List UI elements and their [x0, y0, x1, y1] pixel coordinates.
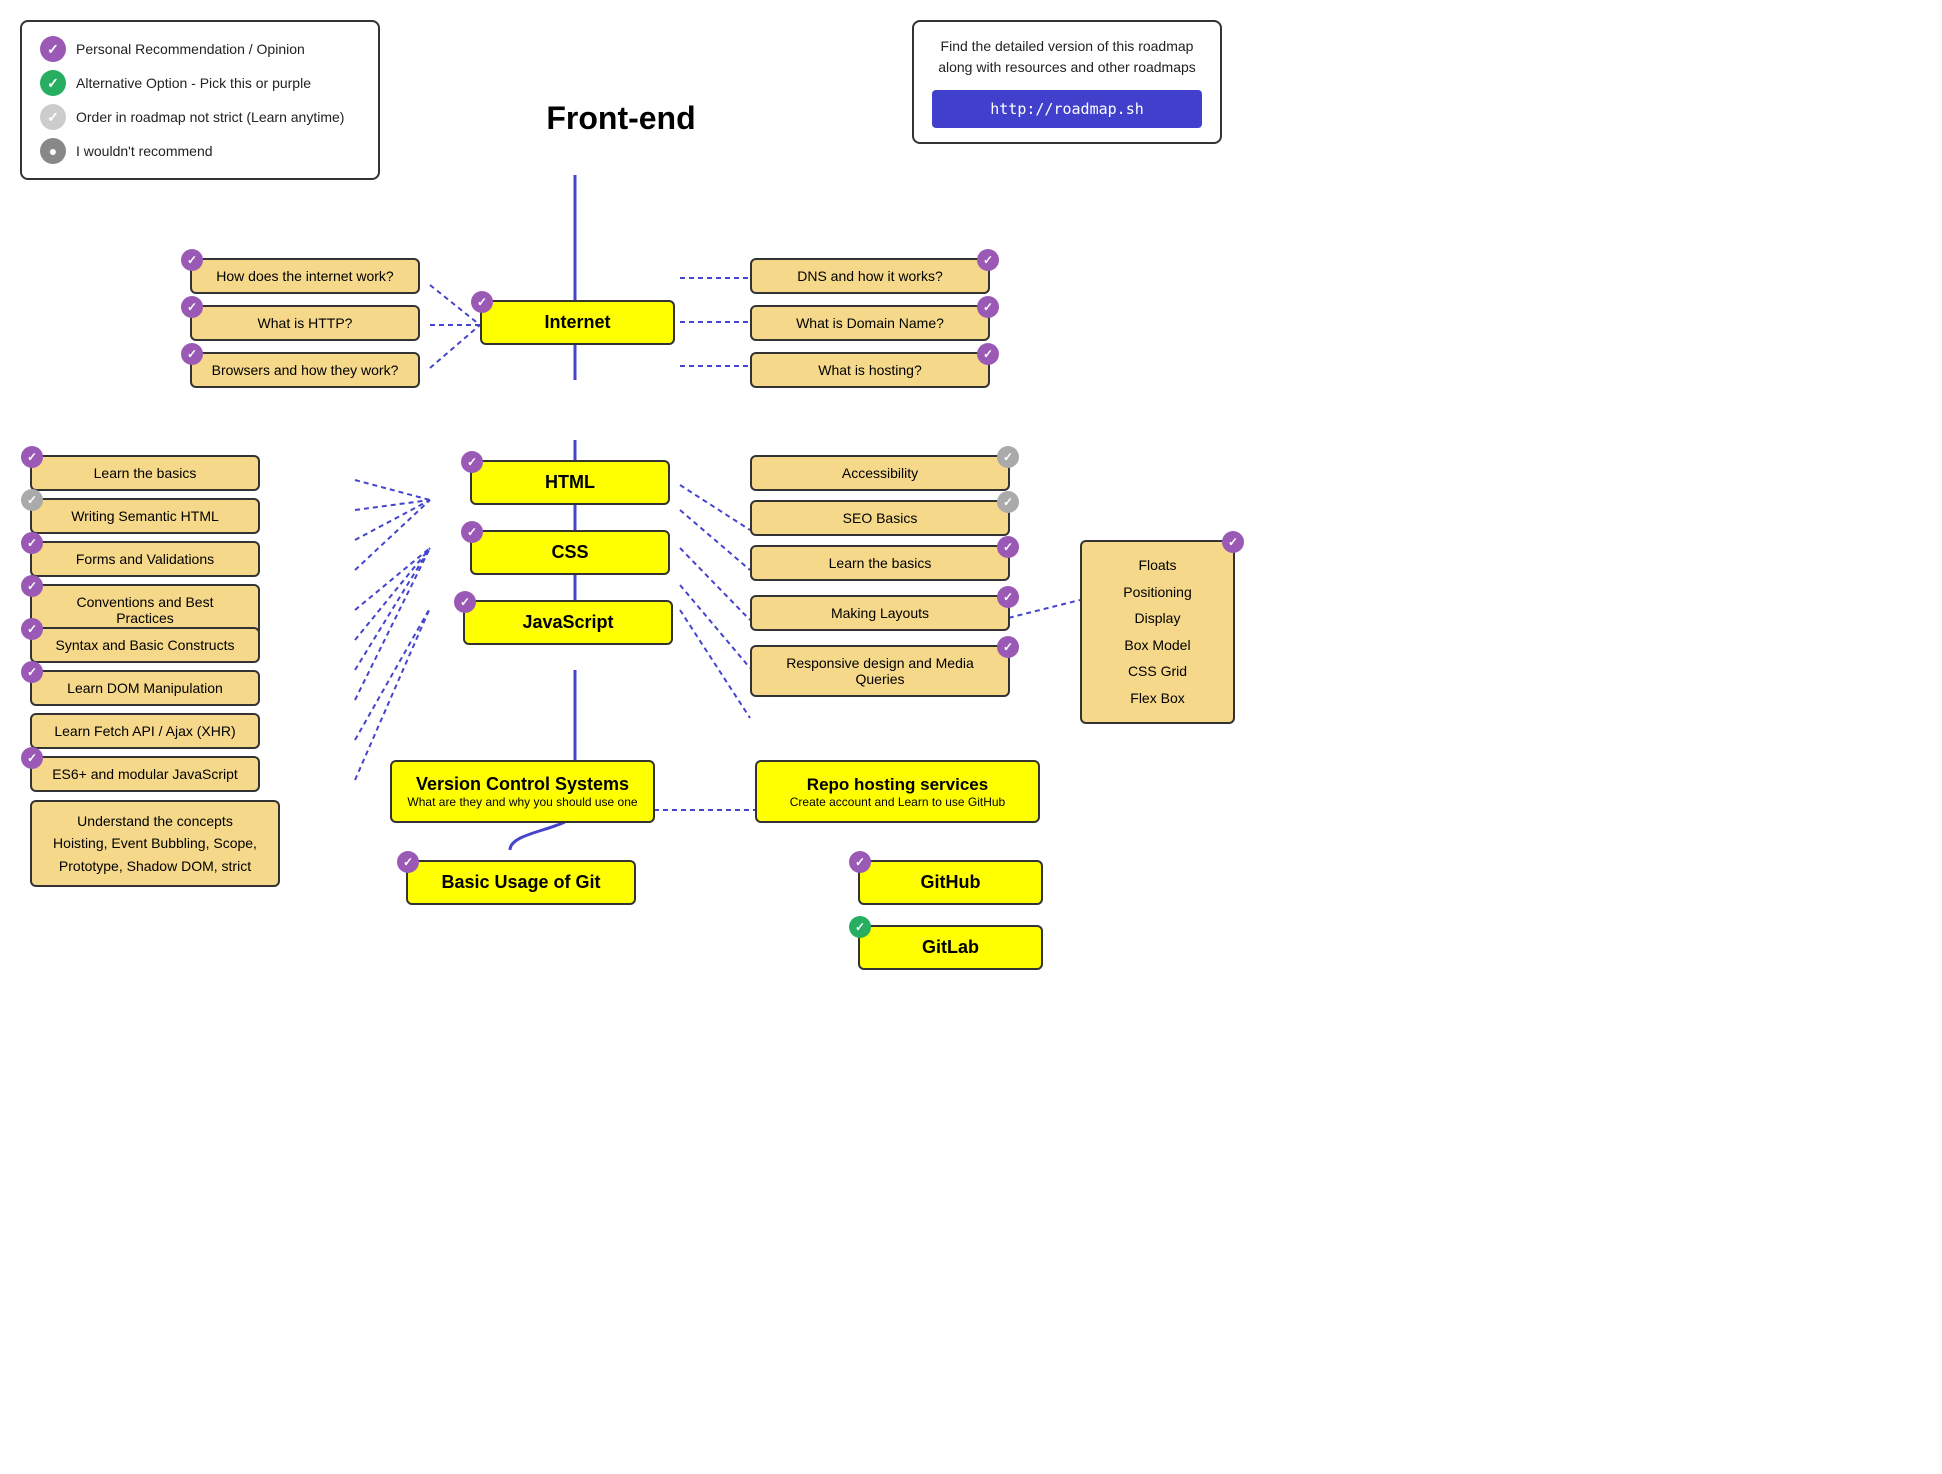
html-node: ✓ HTML	[470, 460, 670, 505]
browsers-box: ✓ Browsers and how they work?	[190, 352, 420, 388]
accessibility-box: ✓ Accessibility	[750, 455, 1010, 491]
domain-box: ✓ What is Domain Name?	[750, 305, 990, 341]
github-badge: ✓	[849, 851, 871, 873]
dom-box: ✓ Learn DOM Manipulation	[30, 670, 260, 706]
responsive-badge: ✓	[997, 636, 1019, 658]
http-badge: ✓	[181, 296, 203, 318]
understand-box: Understand the concepts Hoisting, Event …	[30, 800, 280, 887]
syntax-box: ✓ Syntax and Basic Constructs	[30, 627, 260, 663]
hosting-badge: ✓	[977, 343, 999, 365]
green-check-icon: ✓	[40, 70, 66, 96]
seo-box: ✓ SEO Basics	[750, 500, 1010, 536]
internet-node: Internet ✓	[480, 300, 675, 345]
floats-badge: ✓	[1222, 531, 1244, 553]
gitlab-badge: ✓	[849, 916, 871, 938]
dom-badge: ✓	[21, 661, 43, 683]
dns-box: ✓ DNS and how it works?	[750, 258, 990, 294]
how-internet-box: ✓ How does the internet work?	[190, 258, 420, 294]
browsers-badge: ✓	[181, 343, 203, 365]
es6-box: ✓ ES6+ and modular JavaScript	[30, 756, 260, 792]
github-node: ✓ GitHub	[858, 860, 1043, 905]
hosting-box: ✓ What is hosting?	[750, 352, 990, 388]
internet-badge: ✓	[471, 291, 493, 313]
seo-badge: ✓	[997, 491, 1019, 513]
http-box: ✓ What is HTTP?	[190, 305, 420, 341]
layouts-box: ✓ Making Layouts	[750, 595, 1010, 631]
js-badge: ✓	[454, 591, 476, 613]
semantic-html-box: ✓ Writing Semantic HTML	[30, 498, 260, 534]
html-basics-box: ✓ Learn the basics	[30, 455, 260, 491]
legend-item-green: ✓ Alternative Option - Pick this or purp…	[40, 70, 360, 96]
es6-badge: ✓	[21, 747, 43, 769]
html-basics-badge: ✓	[21, 446, 43, 468]
legend-item-gray-light: ✓ Order in roadmap not strict (Learn any…	[40, 104, 360, 130]
dns-badge: ✓	[977, 249, 999, 271]
legend-item-dark-gray: ● I wouldn't recommend	[40, 138, 360, 164]
css-basics-badge: ✓	[997, 536, 1019, 558]
layouts-badge: ✓	[997, 586, 1019, 608]
forms-box: ✓ Forms and Validations	[30, 541, 260, 577]
vcs-node: Version Control Systems What are they an…	[390, 760, 655, 823]
git-badge: ✓	[397, 851, 419, 873]
legend: ✓ Personal Recommendation / Opinion ✓ Al…	[20, 20, 380, 180]
conventions-badge: ✓	[21, 575, 43, 597]
semantic-badge: ✓	[21, 489, 43, 511]
main-title: Front-end	[546, 100, 695, 137]
how-internet-badge: ✓	[181, 249, 203, 271]
syntax-badge: ✓	[21, 618, 43, 640]
accessibility-badge: ✓	[997, 446, 1019, 468]
css-badge: ✓	[461, 521, 483, 543]
git-node: ✓ Basic Usage of Git	[406, 860, 636, 905]
html-badge: ✓	[461, 451, 483, 473]
repo-node: Repo hosting services Create account and…	[755, 760, 1040, 823]
forms-badge: ✓	[21, 532, 43, 554]
domain-badge: ✓	[977, 296, 999, 318]
dark-gray-icon: ●	[40, 138, 66, 164]
info-link[interactable]: http://roadmap.sh	[932, 90, 1202, 128]
info-description: Find the detailed version of this roadma…	[932, 36, 1202, 78]
gitlab-node: ✓ GitLab	[858, 925, 1043, 970]
css-node: ✓ CSS	[470, 530, 670, 575]
js-node: ✓ JavaScript	[463, 600, 673, 645]
purple-check-icon: ✓	[40, 36, 66, 62]
fetch-box: Learn Fetch API / Ajax (XHR)	[30, 713, 260, 749]
gray-light-check-icon: ✓	[40, 104, 66, 130]
legend-item-purple: ✓ Personal Recommendation / Opinion	[40, 36, 360, 62]
info-box: Find the detailed version of this roadma…	[912, 20, 1222, 144]
css-basics-box: ✓ Learn the basics	[750, 545, 1010, 581]
responsive-box: ✓ Responsive design and Media Queries	[750, 645, 1010, 697]
floats-box: ✓ Floats Positioning Display Box Model C…	[1080, 540, 1235, 724]
